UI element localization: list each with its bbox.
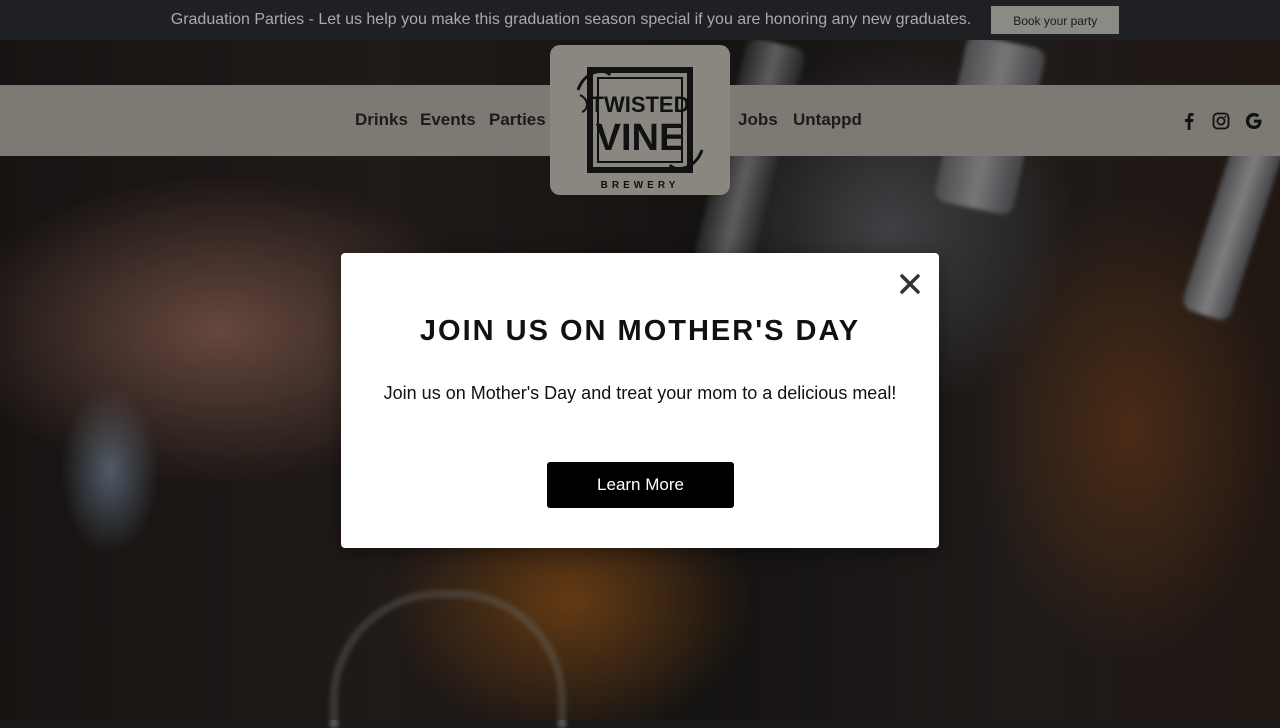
modal-title: JOIN US ON MOTHER'S DAY: [419, 315, 861, 347]
logo[interactable]: TWISTED VINE BREWERY: [550, 45, 730, 195]
close-icon[interactable]: [897, 271, 923, 297]
instagram-icon[interactable]: [1212, 85, 1230, 156]
nav-drinks[interactable]: Drinks: [355, 85, 408, 156]
announcement-text: Graduation Parties - Let us help you mak…: [170, 11, 972, 28]
close-icon-glyph: [900, 274, 920, 294]
nav-untappd[interactable]: Untappd: [793, 85, 862, 156]
nav-jobs[interactable]: Jobs: [738, 85, 778, 156]
promo-modal: JOIN US ON MOTHER'S DAY Join us on Mothe…: [341, 253, 939, 548]
twisted-vine-brewery-logo: TWISTED VINE BREWERY: [576, 67, 704, 190]
book-party-button[interactable]: Book your party: [991, 6, 1120, 34]
logo-text-vine: VINE: [596, 117, 685, 159]
announcement-bar: Graduation Parties - Let us help you mak…: [0, 0, 1280, 40]
google-icon-glyph: [1245, 112, 1262, 129]
facebook-icon[interactable]: [1181, 85, 1197, 156]
logo-text-brewery: BREWERY: [601, 180, 680, 190]
instagram-icon-glyph: [1212, 112, 1230, 129]
google-icon[interactable]: [1245, 85, 1263, 156]
nav-parties[interactable]: Parties: [489, 85, 546, 156]
learn-more-button[interactable]: Learn More: [547, 462, 734, 508]
facebook-icon-glyph: [1185, 112, 1194, 130]
nav-events[interactable]: Events: [420, 85, 476, 156]
modal-body-text: Join us on Mother's Day and treat your m…: [383, 383, 897, 403]
logo-text-twisted: TWISTED: [591, 92, 690, 117]
